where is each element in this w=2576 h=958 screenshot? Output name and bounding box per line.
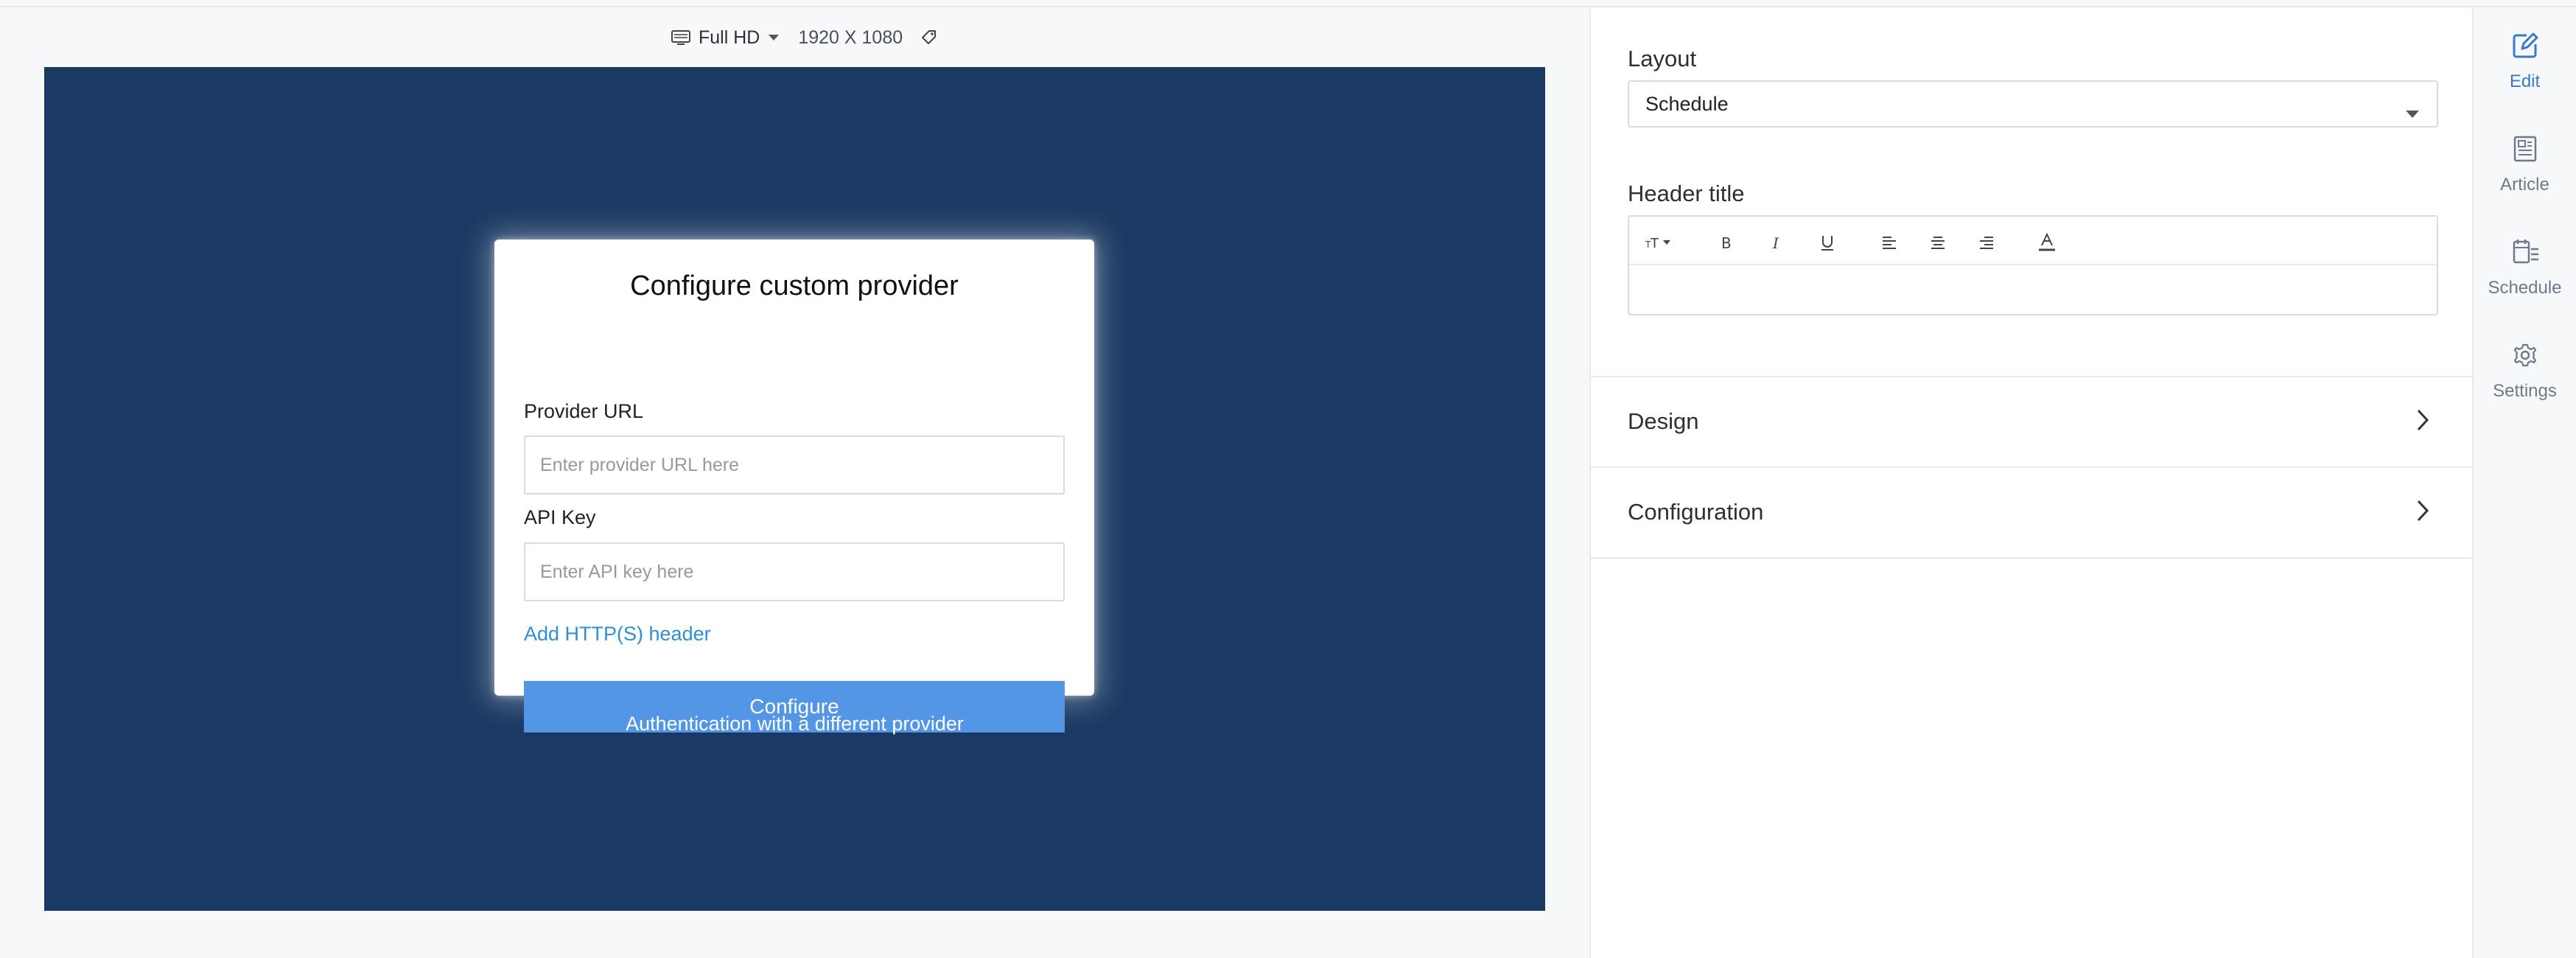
rail-item-settings[interactable]: Settings — [2474, 317, 2576, 405]
rail-label-schedule: Schedule — [2488, 278, 2562, 298]
api-key-input[interactable]: Enter API key here — [524, 542, 1065, 601]
rail-item-article[interactable]: Article — [2474, 111, 2576, 199]
resolution-label: Full HD — [699, 27, 760, 48]
text-color-icon[interactable] — [2036, 231, 2058, 254]
rail-item-edit[interactable]: Edit — [2474, 7, 2576, 96]
chevron-right-icon — [2416, 499, 2429, 526]
underline-icon[interactable] — [1816, 231, 1838, 254]
italic-icon[interactable]: I — [1766, 231, 1788, 254]
section-divider — [1591, 557, 2472, 559]
align-left-icon[interactable] — [1878, 231, 1900, 254]
design-section[interactable]: Design — [1591, 376, 2472, 466]
layout-label: Layout — [1628, 46, 1697, 71]
configuration-section-label: Configuration — [1628, 499, 1764, 525]
add-http-header-link[interactable]: Add HTTP(S) header — [524, 623, 711, 646]
chevron-right-icon — [2416, 408, 2429, 436]
configuration-section[interactable]: Configuration — [1591, 466, 2472, 556]
properties-panel: Layout Schedule Header title TT B I Desi… — [1589, 7, 2474, 958]
header-title-label: Header title — [1628, 181, 1745, 206]
top-border — [0, 0, 2576, 7]
svg-text:T: T — [1650, 236, 1659, 251]
align-center-icon[interactable] — [1927, 231, 1949, 254]
caret-down-icon — [2404, 101, 2421, 124]
header-title-text-area[interactable] — [1629, 265, 2437, 314]
svg-text:B: B — [1721, 234, 1732, 251]
svg-text:I: I — [1772, 234, 1779, 251]
different-provider-link[interactable]: Authentication with a different provider — [44, 713, 1545, 735]
dialog-title: Configure custom provider — [630, 270, 959, 301]
layout-value: Schedule — [1645, 92, 1729, 115]
design-section-label: Design — [1628, 408, 1699, 434]
provider-url-input[interactable]: Enter provider URL here — [524, 436, 1065, 494]
monitor-icon — [671, 29, 691, 46]
rail-label-edit: Edit — [2509, 71, 2541, 91]
editor-toolbar: TT B I — [1629, 217, 2437, 265]
bold-icon[interactable]: B — [1716, 231, 1738, 254]
resolution-dimensions: 1920 X 1080 — [798, 27, 903, 48]
api-key-label: API Key — [524, 506, 596, 528]
align-right-icon[interactable] — [1975, 231, 1998, 254]
schedule-icon — [2509, 214, 2541, 272]
side-rail: Edit Article Schedule Settings — [2474, 7, 2576, 958]
rail-label-settings: Settings — [2493, 381, 2557, 401]
preview-canvas: Configure custom provider Provider URL E… — [44, 67, 1545, 911]
tag-icon[interactable] — [920, 29, 938, 46]
resolution-select[interactable]: Full HD — [671, 27, 780, 49]
rail-item-schedule[interactable]: Schedule — [2474, 214, 2576, 302]
configure-provider-dialog: Configure custom provider Provider URL E… — [494, 240, 1094, 733]
rail-label-article: Article — [2500, 175, 2549, 195]
layout-select[interactable]: Schedule — [1628, 80, 2438, 127]
provider-url-label: Provider URL — [524, 400, 644, 422]
header-title-editor: TT B I — [1628, 215, 2438, 315]
edit-icon — [2509, 7, 2541, 66]
preview-toolbar: Full HD 1920 X 1080 — [671, 25, 938, 50]
font-size-icon[interactable]: TT — [1645, 231, 1678, 254]
article-icon — [2509, 111, 2541, 169]
caret-down-icon — [767, 33, 780, 42]
gear-icon — [2509, 317, 2541, 375]
